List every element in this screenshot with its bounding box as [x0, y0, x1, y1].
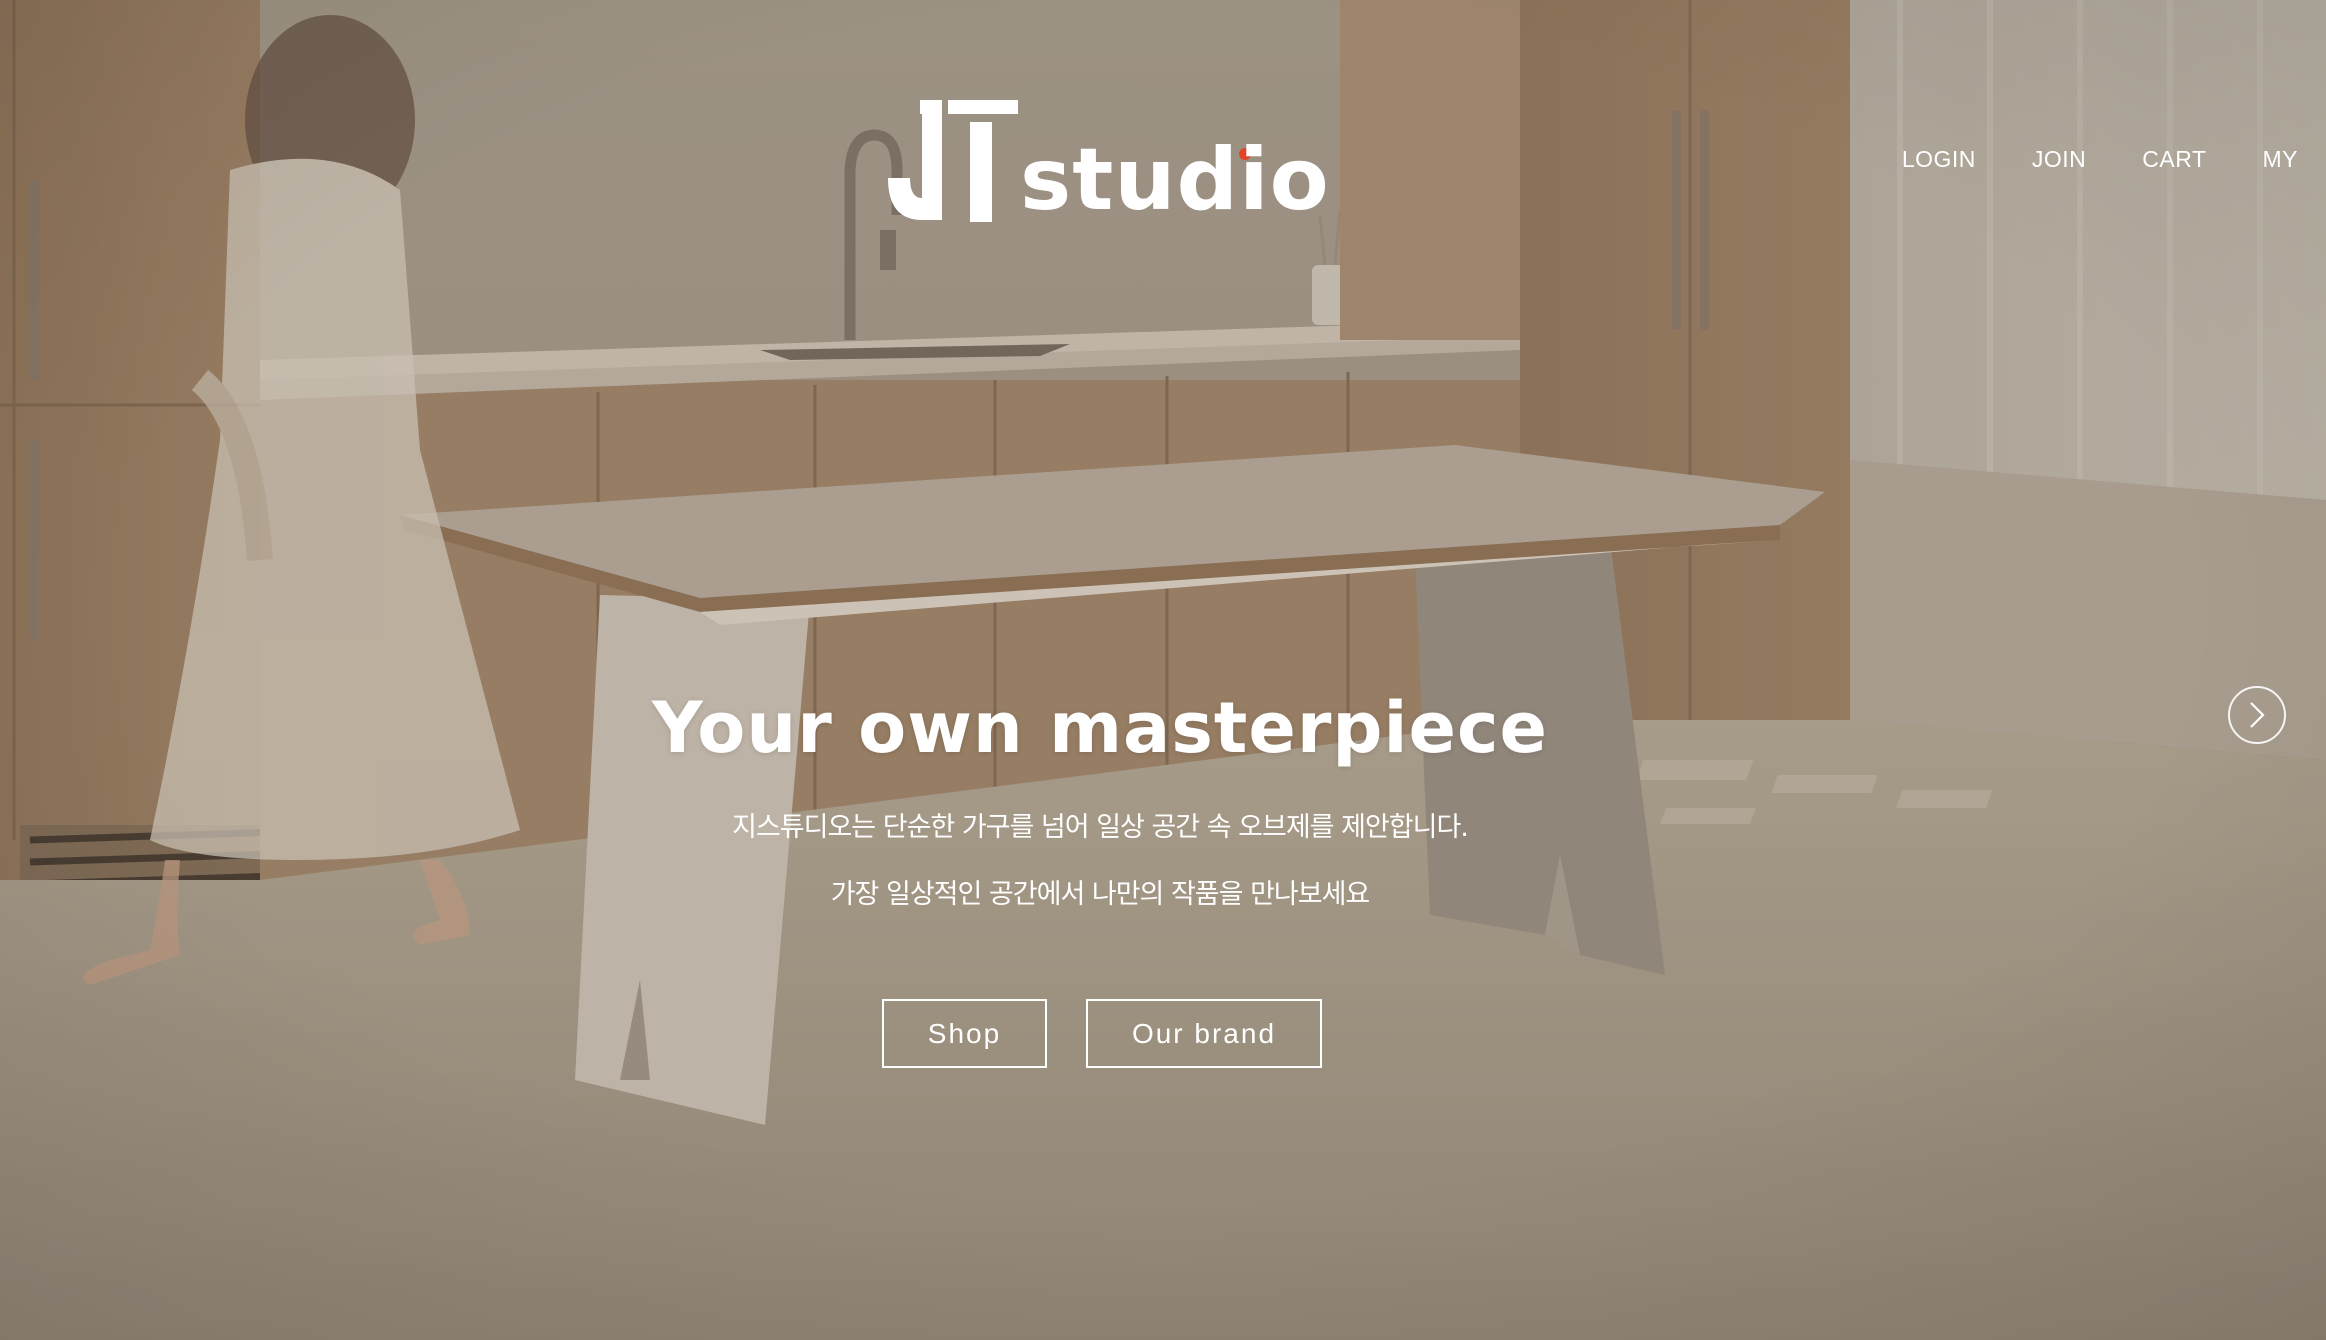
- hero-headline: Your own masterpiece: [652, 687, 1548, 769]
- hero-subline-1: 지스튜디오는 단순한 가구를 넘어 일상 공간 속 오브제를 제안합니다.: [732, 812, 1469, 843]
- logo-wordmark: studio: [1020, 130, 1330, 230]
- chevron-right-icon: [2250, 702, 2265, 728]
- hero-section: studio LOGIN JOIN CART MY Your own maste…: [0, 0, 2326, 1340]
- shop-button[interactable]: Shop: [882, 999, 1047, 1068]
- nav-my[interactable]: MY: [2207, 144, 2299, 174]
- slider-next-button[interactable]: [2228, 686, 2286, 744]
- brand-logo[interactable]: studio: [830, 92, 1329, 232]
- hero-subline-2: 가장 일상적인 공간에서 나만의 작품을 만나보세요: [830, 879, 1371, 910]
- top-navigation: LOGIN JOIN CART MY: [1846, 144, 2298, 174]
- nav-cart[interactable]: CART: [2086, 144, 2206, 174]
- nav-join[interactable]: JOIN: [1976, 144, 2086, 174]
- nav-login[interactable]: LOGIN: [1846, 144, 1976, 174]
- our-brand-button[interactable]: Our brand: [1086, 999, 1322, 1068]
